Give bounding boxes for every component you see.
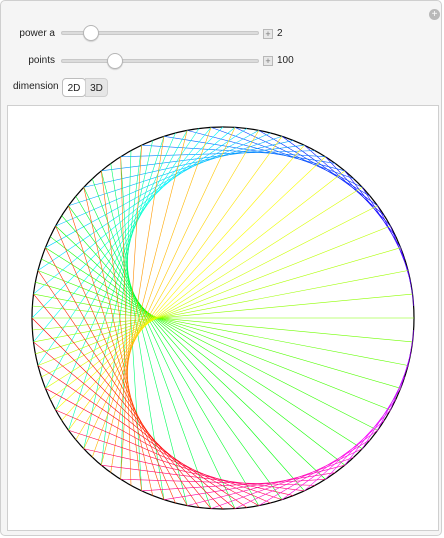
chord-line [68, 205, 165, 500]
points-slider-track[interactable] [61, 59, 259, 63]
chord-line [41, 258, 378, 431]
dimension-2d-button[interactable]: 2D [62, 78, 86, 97]
points-label: points [28, 55, 55, 66]
chord-line [83, 140, 153, 449]
chord-line [45, 247, 363, 450]
chord-line [45, 388, 259, 506]
chord-line [41, 205, 378, 378]
dimension-3d-button[interactable]: 3D [85, 78, 108, 97]
chord-line [75, 196, 260, 506]
chord-line [55, 132, 176, 411]
chord-line [31, 317, 224, 510]
plot-area [7, 105, 439, 531]
chord-line [61, 144, 305, 421]
options-plus-icon[interactable]: + [429, 9, 440, 20]
chord-line [35, 247, 401, 355]
manipulate-panel: + power a + 2 points + 100 dimension 2D … [0, 0, 442, 536]
power-value: 2 [277, 28, 283, 39]
chord-line [37, 128, 248, 271]
chord-line [361, 388, 401, 449]
chord-line [33, 341, 236, 509]
dimension-label: dimension [13, 81, 59, 92]
chord-line [33, 127, 236, 295]
chord-line [45, 130, 259, 248]
chord-line [91, 178, 212, 509]
chord-line [407, 341, 413, 366]
chord-line [55, 156, 326, 411]
chord-line [68, 205, 283, 500]
chord-line [281, 430, 378, 500]
chord-line [55, 225, 176, 504]
chord-line [361, 187, 401, 248]
chord-line [45, 186, 363, 389]
chord-line [55, 225, 326, 480]
chord-line [234, 448, 363, 509]
times-table-plot [31, 126, 415, 510]
chord-line [55, 409, 271, 504]
power-slider-thumb[interactable] [82, 25, 99, 41]
chord-line [61, 215, 305, 492]
chord-line [35, 281, 401, 389]
points-slider-thumb[interactable] [106, 53, 123, 69]
chord-line [91, 127, 212, 458]
points-value: 100 [277, 55, 294, 66]
chord-line [407, 270, 413, 295]
chord-line [68, 136, 165, 431]
chord-line [187, 130, 345, 172]
chord-line [304, 420, 385, 492]
chord-line [33, 270, 409, 343]
chord-line [75, 130, 260, 440]
chord-line [234, 127, 363, 188]
chord-line [304, 144, 385, 216]
chord-line [55, 132, 271, 227]
chord-line [281, 136, 378, 206]
power-label: power a [19, 28, 55, 39]
points-expand-icon[interactable]: + [263, 56, 273, 66]
chord-line [83, 187, 153, 496]
power-expand-icon[interactable]: + [263, 29, 273, 39]
